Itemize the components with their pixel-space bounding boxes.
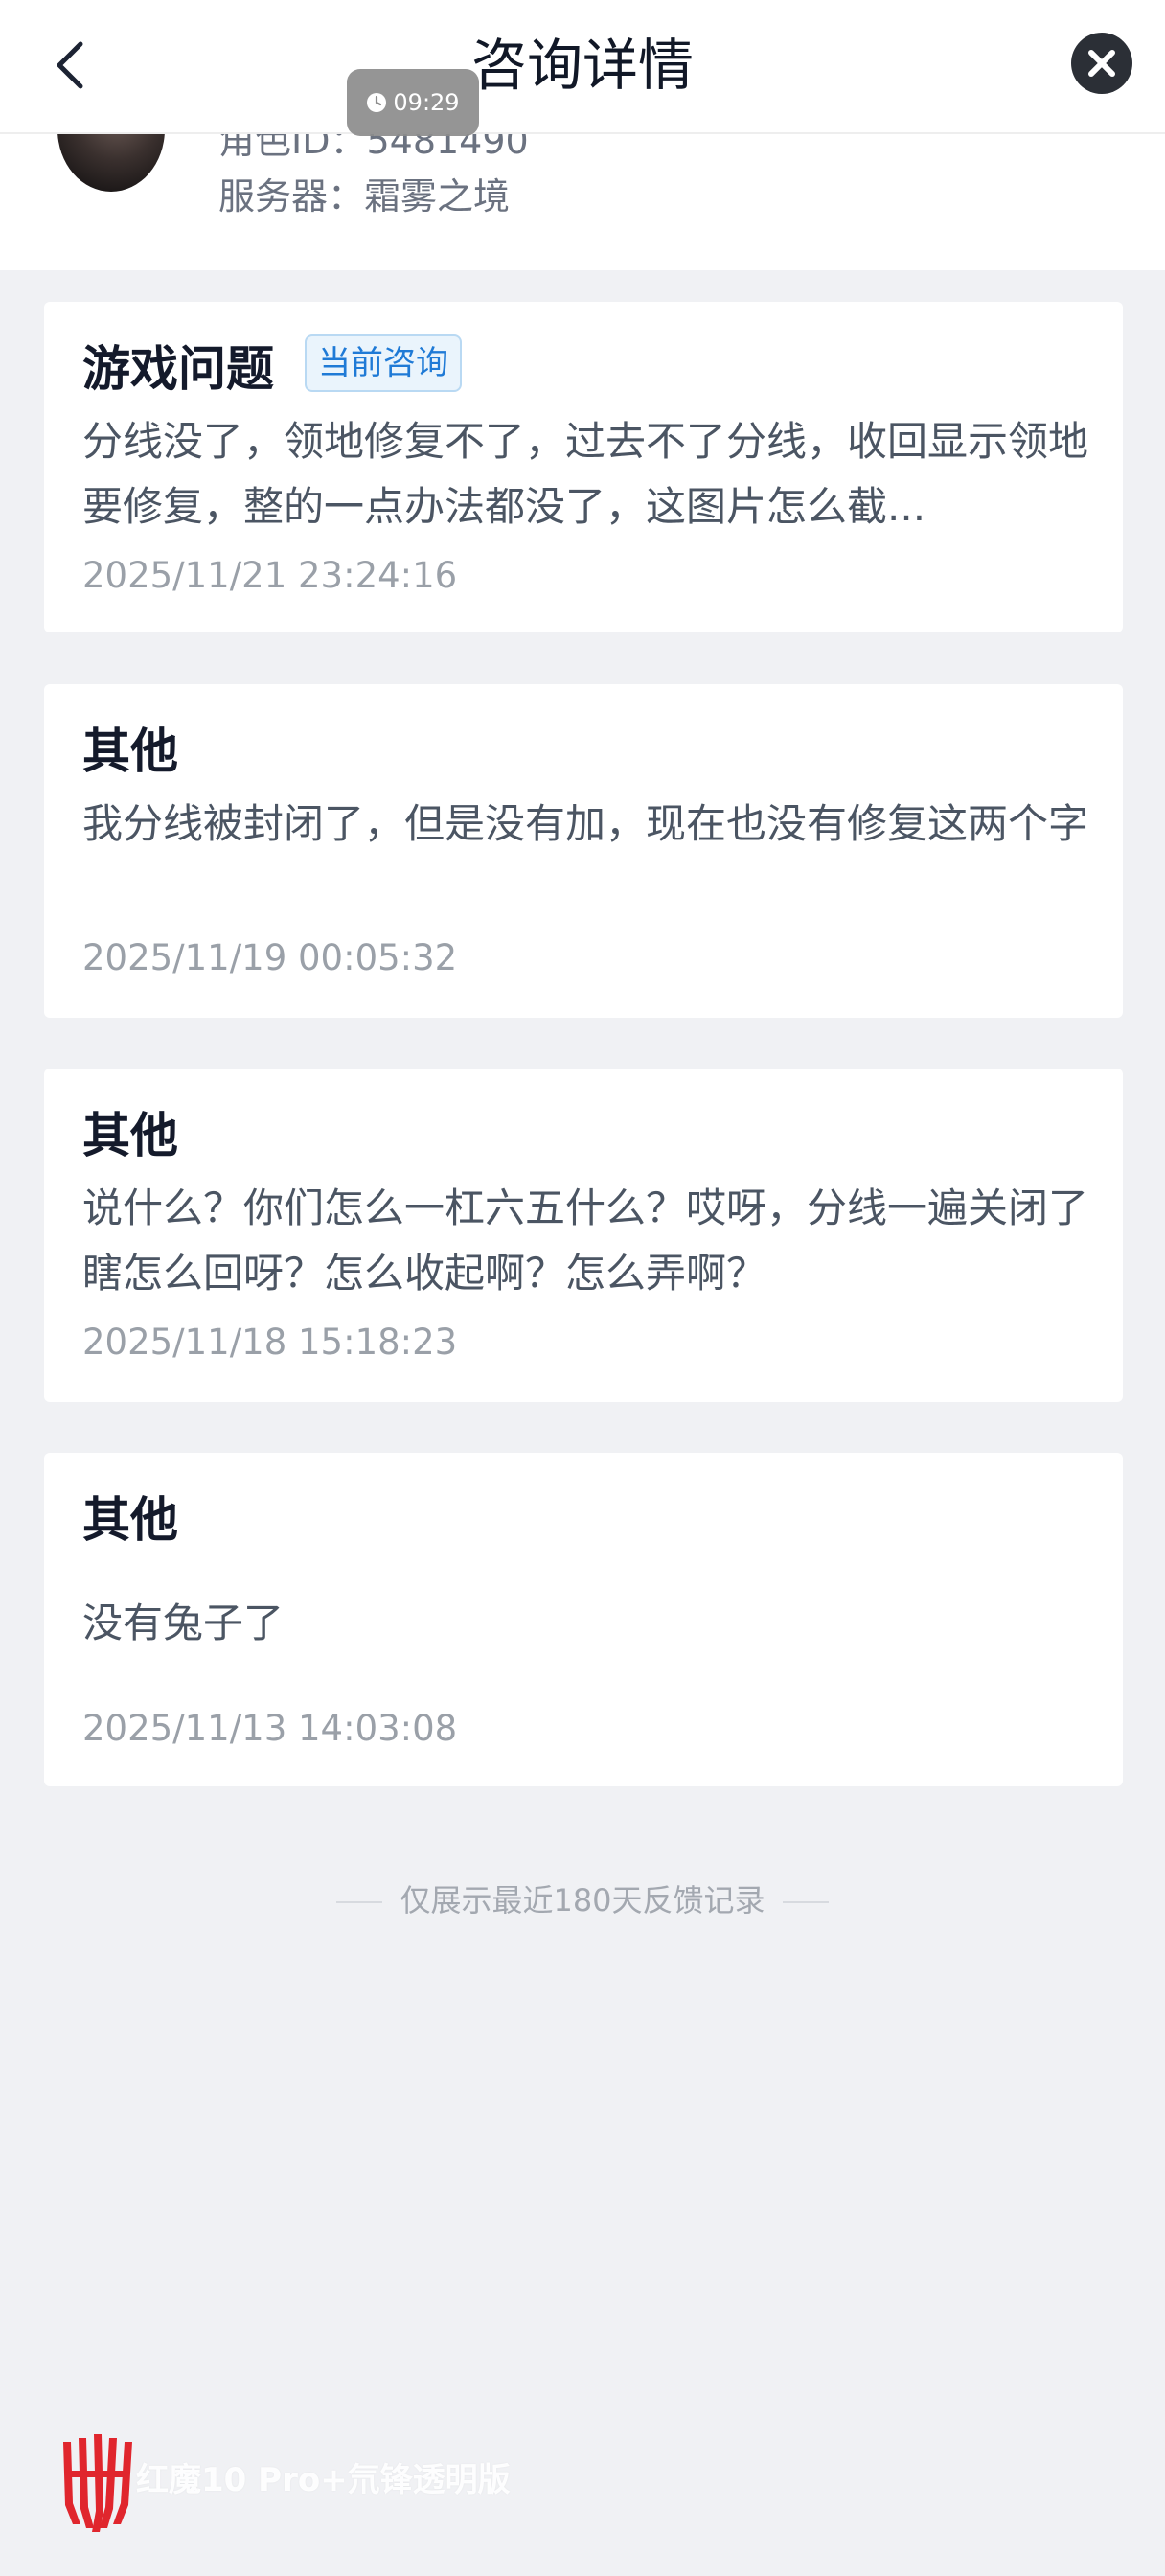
redmagic-logo-icon: [63, 2434, 132, 2532]
close-icon: [1088, 50, 1115, 77]
consultation-content: 没有兔子了: [82, 1599, 285, 1646]
consultation-content: 分线没了，领地修复不了，过去不了分线，收回显示领地要修复，整的一点办法都没了，这…: [82, 418, 1089, 530]
current-consultation-badge: 当前咨询: [305, 334, 462, 392]
consultation-card-current[interactable]: 游戏问题 当前咨询 分线没了，领地修复不了，过去不了分线，收回显示领地要修复，整…: [44, 302, 1123, 632]
consultation-card[interactable]: 其他 没有兔子了 2025/11/13 14:03:08: [44, 1453, 1123, 1786]
page-title: 咨询详情: [470, 33, 694, 98]
consultation-content: 说什么？你们怎么一杠六五什么？哎呀，分线一遍关闭了瞎怎么回呀？怎么收起啊？怎么弄…: [82, 1184, 1089, 1297]
divider-left: [336, 1901, 383, 1903]
consultation-time: 2025/11/21 23:24:16: [82, 555, 458, 596]
time-badge-text: 09:29: [393, 89, 460, 116]
consultation-card[interactable]: 其他 我分线被封闭了，但是没有加，现在也没有修复这两个字 2025/11/19 …: [44, 684, 1123, 1018]
consultation-category: 其他: [82, 1108, 178, 1163]
history-range-note: 仅展示最近180天反馈记录: [0, 1876, 1165, 1920]
consultation-time: 2025/11/18 15:18:23: [82, 1322, 458, 1363]
history-range-text: 仅展示最近180天反馈记录: [400, 1882, 765, 1919]
time-badge: 09:29: [347, 69, 479, 136]
consultation-detail-page: 角色ID：5481490 服务器：霜雾之境 咨询详情 09:29 游戏问题 当前…: [0, 0, 1165, 2576]
device-model-text: 红魔10 Pro+氘锋透明版: [136, 2461, 511, 2499]
consultation-content: 我分线被封闭了，但是没有加，现在也没有修复这两个字: [82, 800, 1089, 847]
device-watermark: 红魔10 Pro+氘锋透明版: [59, 2428, 634, 2532]
consultation-time: 2025/11/13 14:03:08: [82, 1708, 458, 1749]
close-button[interactable]: [1071, 33, 1132, 94]
consultation-time: 2025/11/19 00:05:32: [82, 937, 458, 978]
divider-right: [782, 1901, 829, 1903]
consultation-category: 其他: [82, 724, 178, 779]
role-id: 角色ID：5481490: [218, 134, 529, 162]
consultation-category: 游戏问题: [82, 341, 274, 397]
avatar: [57, 134, 165, 192]
profile-card: 角色ID：5481490 服务器：霜雾之境: [0, 134, 1165, 270]
clock-icon: [367, 93, 387, 112]
consultation-card[interactable]: 其他 说什么？你们怎么一杠六五什么？哎呀，分线一遍关闭了瞎怎么回呀？怎么收起啊？…: [44, 1069, 1123, 1402]
top-bar: 咨询详情: [0, 0, 1165, 134]
consultation-category: 其他: [82, 1492, 178, 1548]
server-name: 服务器：霜雾之境: [218, 175, 511, 218]
